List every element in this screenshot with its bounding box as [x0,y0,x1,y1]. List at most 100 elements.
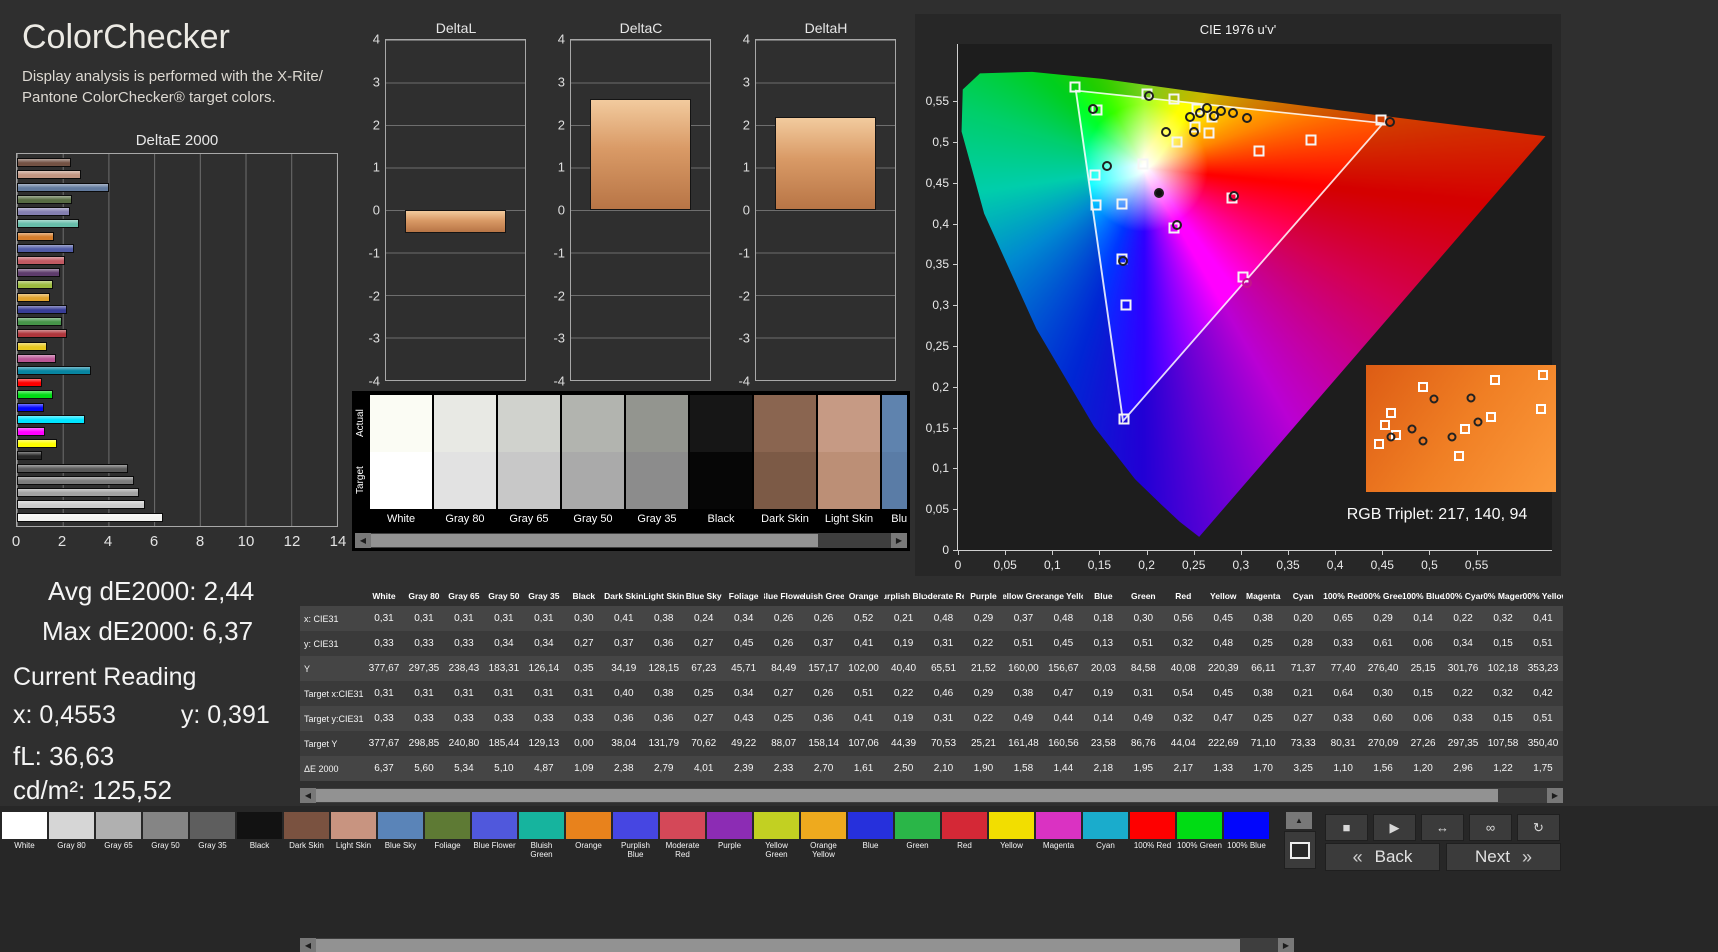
table-cell: 0,34 [484,631,524,656]
pattern-button-purple[interactable]: Purple [707,812,752,867]
pattern-button-green[interactable]: Green [895,812,940,867]
table-cell: 0,44 [1043,706,1083,731]
scroll-right-icon[interactable]: ▶ [1547,788,1563,803]
de2000-bar-100-magenta [17,427,45,436]
pattern-button-strip: WhiteGray 80Gray 65Gray 50Gray 35BlackDa… [2,812,1271,867]
table-cell: 0,27 [564,631,604,656]
table-cell: 0,51 [1003,631,1043,656]
scroll-right-icon[interactable]: ▶ [1278,938,1294,952]
table-cell: 129,13 [524,731,564,756]
patch-black[interactable]: Black [690,395,752,528]
cie-y-tick [953,264,958,265]
pattern-button-100-blue[interactable]: 100% Blue [1224,812,1269,867]
column-header-blue-sky: Blue Sky [684,586,724,606]
pattern-button-purplish-blue[interactable]: Purplish Blue [613,812,658,867]
back-button[interactable]: « Back [1325,843,1440,871]
table-cell: 1,09 [564,756,604,781]
fit-width-button[interactable]: ↔ [1421,814,1464,841]
inset-measured-point [1419,437,1428,446]
scroll-left-icon[interactable]: ◀ [300,938,316,952]
refresh-button[interactable]: ↻ [1517,814,1560,841]
pattern-button-dark-skin[interactable]: Dark Skin [284,812,329,867]
table-cell: 1,22 [1483,756,1523,781]
table-cell: 0,51 [1523,706,1563,731]
cie-y-tick-label: 0,15 [926,421,949,435]
patch-gray-50[interactable]: Gray 50 [562,395,624,528]
cie-y-tick [953,509,958,510]
cie-y-tick-label: 0,3 [932,298,949,312]
patch-target-swatch [370,452,432,509]
scroll-left-icon[interactable]: ◀ [300,788,316,803]
pattern-button-gray-65[interactable]: Gray 65 [96,812,141,867]
table-cell: 0,33 [404,631,444,656]
inset-measured-point [1474,418,1483,427]
pattern-button-cyan[interactable]: Cyan [1083,812,1128,867]
patch-dark-skin[interactable]: Dark Skin [754,395,816,528]
table-cell: 128,15 [644,656,684,681]
pattern-scroll-up-icon[interactable]: ▲ [1286,812,1312,829]
scroll-left-icon[interactable]: ◀ [355,533,371,548]
scrollbar-thumb[interactable] [316,939,1240,952]
pattern-window-button[interactable] [1284,831,1316,869]
pattern-button-100-red[interactable]: 100% Red [1130,812,1175,867]
cie-x-tick-label: 0,25 [1182,558,1205,572]
column-header-green: Green [1123,586,1163,606]
pattern-button-gray-50[interactable]: Gray 50 [143,812,188,867]
patch-white[interactable]: White [370,395,432,528]
scrollbar-track[interactable] [316,938,1278,952]
patch-light-skin[interactable]: Light Skin [818,395,880,528]
de2000-bar-100-blue [17,403,44,412]
table-cell: 0,45 [724,631,764,656]
pattern-button-white[interactable]: White [2,812,47,867]
pattern-swatch [989,812,1034,839]
pattern-label: White [2,839,47,867]
pattern-button-gray-35[interactable]: Gray 35 [190,812,235,867]
measured-point [1172,220,1182,230]
pattern-button-blue-flower[interactable]: Blue Flower [472,812,517,867]
delta-bar [405,210,505,233]
column-header-100-blue: 100% Blue [1403,586,1443,606]
pattern-button-blue[interactable]: Blue [848,812,893,867]
pattern-button-100-green[interactable]: 100% Green [1177,812,1222,867]
play-button[interactable]: ▶ [1373,814,1416,841]
table-cell: 0,43 [724,706,764,731]
table-cell: 107,06 [844,731,884,756]
scrollbar-thumb[interactable] [316,789,1498,802]
patch-gray-80[interactable]: Gray 80 [434,395,496,528]
scrollbar-thumb[interactable] [371,534,818,547]
swatch-strip-scrollbar[interactable]: ◀ ▶ [355,533,907,548]
pattern-button-orange-yellow[interactable]: Orange Yellow [801,812,846,867]
patch-blue-sky[interactable]: Blue Sky [882,395,907,528]
scroll-right-icon[interactable]: ▶ [891,533,907,548]
pattern-button-gray-80[interactable]: Gray 80 [49,812,94,867]
pattern-button-light-skin[interactable]: Light Skin [331,812,376,867]
next-button[interactable]: Next » [1446,843,1561,871]
pattern-swatch [143,812,188,839]
pattern-button-moderate-red[interactable]: Moderate Red [660,812,705,867]
deltac-chart-title: DeltaC [571,20,711,36]
column-header-light-skin: Light Skin [644,586,684,606]
pattern-button-yellow-green[interactable]: Yellow Green [754,812,799,867]
pattern-button-bluish-green[interactable]: Bluish Green [519,812,564,867]
cie-y-tick-label: 0,45 [926,176,949,190]
table-cell: 0,33 [1323,631,1363,656]
pattern-button-yellow[interactable]: Yellow [989,812,1034,867]
patch-gray-35[interactable]: Gray 35 [626,395,688,528]
pattern-button-magenta[interactable]: Magenta [1036,812,1081,867]
scrollbar-track[interactable] [371,533,891,548]
de2000-bar-foliage [17,195,72,204]
table-scrollbar[interactable]: ◀ ▶ [300,788,1563,803]
pattern-button-blue-sky[interactable]: Blue Sky [378,812,423,867]
pattern-button-red[interactable]: Red [942,812,987,867]
pattern-button-black[interactable]: Black [237,812,282,867]
pattern-button-orange[interactable]: Orange [566,812,611,867]
patch-gray-65[interactable]: Gray 65 [498,395,560,528]
scrollbar-track[interactable] [316,788,1547,803]
pattern-strip-scrollbar[interactable]: ◀ ▶ [300,938,1294,952]
pattern-swatch [848,812,893,839]
table-cell: 102,00 [844,656,884,681]
stop-button[interactable]: ■ [1325,814,1368,841]
pattern-button-foliage[interactable]: Foliage [425,812,470,867]
loop-button[interactable]: ∞ [1469,814,1512,841]
table-cell: 1,90 [964,756,1004,781]
